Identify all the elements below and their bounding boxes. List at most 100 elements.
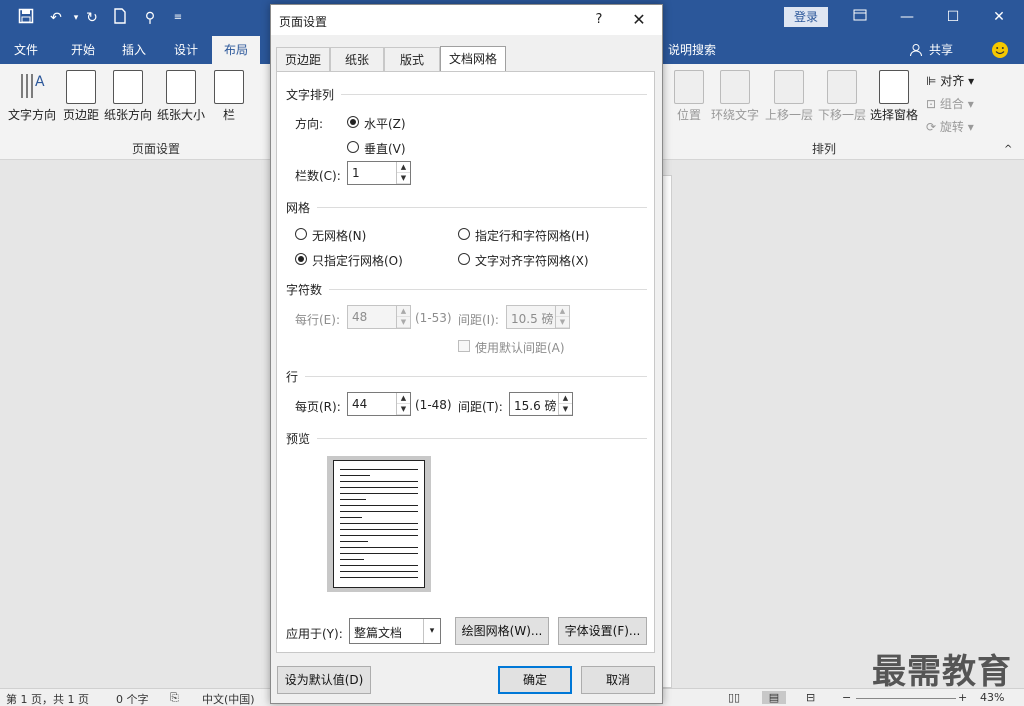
help-icon[interactable]: ? [589, 10, 609, 30]
minimize-icon[interactable]: — [892, 6, 922, 28]
dialog-close-icon[interactable]: ✕ [627, 9, 651, 31]
selection-pane-button[interactable]: 选择窗格 [868, 70, 920, 123]
new-doc-icon[interactable] [110, 8, 130, 28]
preview-line [340, 559, 364, 561]
set-default-button[interactable]: 设为默认值(D) [277, 666, 371, 694]
vertical-label[interactable]: 垂直(V) [364, 140, 406, 157]
preview-line [340, 541, 368, 543]
spin-down-icon[interactable]: ▼ [397, 404, 410, 415]
line-pitch-spinner[interactable]: 15.6 磅 ▲ ▼ [509, 392, 573, 416]
tab-paper[interactable]: 纸张 [330, 47, 384, 71]
spin-down-icon[interactable]: ▼ [559, 404, 572, 415]
spin-up-icon[interactable]: ▲ [397, 162, 410, 173]
font-settings-button[interactable]: 字体设置(F)... [558, 617, 647, 645]
text-direction-icon: A [17, 70, 47, 104]
use-default-pitch-checkbox[interactable] [458, 340, 470, 352]
lines-per-page-value[interactable]: 44 [352, 397, 367, 411]
size-button[interactable]: 纸张大小 [154, 70, 208, 123]
bring-forward-icon [774, 70, 804, 104]
spin-up-icon[interactable]: ▲ [556, 306, 569, 317]
text-direction-button[interactable]: A 文字方向 [6, 70, 58, 123]
char-pitch-value[interactable]: 10.5 磅 [511, 310, 554, 327]
language[interactable]: 中文(中国) [202, 691, 255, 706]
zoom-slider[interactable] [856, 698, 956, 699]
snap-to-char-grid-label[interactable]: 文字对齐字符网格(X) [475, 252, 589, 269]
apply-to-value[interactable]: 整篇文档 [354, 624, 402, 641]
line-grid-only-label[interactable]: 只指定行网格(O) [312, 252, 403, 269]
spin-down-icon[interactable]: ▼ [556, 317, 569, 328]
tab-layout[interactable]: 版式 [384, 47, 440, 71]
char-pitch-spinner[interactable]: 10.5 磅 ▲ ▼ [506, 305, 570, 329]
apply-to-label: 应用于(Y): [286, 627, 343, 641]
align-button[interactable]: ⊫ 对齐 ▾ [926, 72, 974, 89]
zoom-out-icon[interactable]: − [842, 691, 851, 704]
orientation-button[interactable]: 纸张方向 [102, 70, 154, 123]
redo-icon[interactable]: ↻ [82, 8, 102, 28]
spin-up-icon[interactable]: ▲ [559, 393, 572, 404]
user-icon[interactable] [906, 36, 926, 64]
share-button[interactable]: 共享 [926, 36, 956, 64]
menu-design[interactable]: 设计 [162, 36, 210, 64]
menu-layout[interactable]: 布局 [212, 36, 260, 64]
preview-line [340, 505, 418, 507]
rotate-icon: ⟳ [926, 120, 940, 134]
web-layout-icon[interactable]: ⊟ [806, 691, 815, 704]
columns-spinner[interactable]: 1 ▲ ▼ [347, 161, 411, 185]
send-backward-button[interactable]: 下移一层 [816, 70, 868, 123]
draw-grid-button[interactable]: 绘图网格(W)... [455, 617, 549, 645]
chars-per-line-spinner[interactable]: 48 ▲ ▼ [347, 305, 411, 329]
login-button[interactable]: 登录 [784, 7, 828, 27]
wrap-text-button[interactable]: 环绕文字 [708, 70, 762, 123]
preview-line [340, 535, 418, 537]
margins-button[interactable]: 页边距 [60, 70, 102, 123]
use-default-pitch-label[interactable]: 使用默认间距(A) [475, 339, 565, 356]
radio-line-and-char-grid[interactable] [458, 228, 470, 240]
touch-mode-icon[interactable]: ⚲ [140, 8, 160, 28]
radio-snap-to-char-grid[interactable] [458, 253, 470, 265]
word-count[interactable]: 0 个字 [116, 691, 149, 706]
collapse-ribbon-icon[interactable]: ^ [1004, 144, 1012, 155]
tab-document-grid[interactable]: 文档网格 [440, 46, 506, 72]
chars-per-line-value[interactable]: 48 [352, 310, 367, 324]
cancel-button[interactable]: 取消 [581, 666, 655, 694]
menu-file[interactable]: 文件 [4, 36, 48, 64]
save-icon[interactable] [16, 8, 36, 28]
proofing-icon[interactable]: ⎘ [170, 691, 179, 705]
line-and-char-grid-label[interactable]: 指定行和字符网格(H) [475, 227, 589, 244]
chevron-down-icon[interactable]: ▾ [423, 619, 440, 643]
spin-up-icon[interactable]: ▲ [397, 306, 410, 317]
radio-line-grid-only[interactable] [295, 253, 307, 265]
columns-button[interactable]: 栏 [212, 70, 246, 123]
undo-icon[interactable]: ↶ [46, 8, 66, 28]
lines-per-page-spinner[interactable]: 44 ▲ ▼ [347, 392, 411, 416]
radio-no-grid[interactable] [295, 228, 307, 240]
menu-home[interactable]: 开始 [58, 36, 108, 64]
ok-button[interactable]: 确定 [498, 666, 572, 694]
spin-down-icon[interactable]: ▼ [397, 173, 410, 184]
tab-margins[interactable]: 页边距 [276, 47, 330, 71]
smiley-icon[interactable] [988, 36, 1012, 64]
columns-value[interactable]: 1 [352, 166, 360, 180]
position-button[interactable]: 位置 [672, 70, 706, 123]
read-mode-icon[interactable]: ▯▯ [728, 691, 740, 704]
no-grid-label[interactable]: 无网格(N) [312, 227, 366, 244]
spin-down-icon[interactable]: ▼ [397, 317, 410, 328]
spin-up-icon[interactable]: ▲ [397, 393, 410, 404]
line-pitch-value[interactable]: 15.6 磅 [514, 397, 557, 414]
bring-forward-button[interactable]: 上移一层 [762, 70, 816, 123]
radio-horizontal[interactable] [347, 116, 359, 128]
send-backward-label: 下移一层 [817, 108, 866, 122]
ribbon-display-icon[interactable] [845, 6, 875, 28]
apply-to-select[interactable]: 整篇文档 ▾ [349, 618, 441, 644]
menu-insert[interactable]: 插入 [110, 36, 158, 64]
print-layout-icon[interactable]: ▤ [762, 691, 786, 704]
page-count[interactable]: 第 1 页，共 1 页 [6, 691, 89, 706]
tell-me-search[interactable]: 说明搜索 [662, 36, 722, 64]
horizontal-label[interactable]: 水平(Z) [364, 115, 406, 132]
maximize-icon[interactable]: ☐ [938, 6, 968, 28]
close-icon[interactable]: ✕ [984, 6, 1014, 28]
group-objects-button[interactable]: ⊡ 组合 ▾ [926, 95, 974, 112]
rotate-button[interactable]: ⟳ 旋转 ▾ [926, 118, 974, 135]
radio-vertical[interactable] [347, 141, 359, 153]
customize-icon[interactable]: ≡ [168, 8, 188, 28]
